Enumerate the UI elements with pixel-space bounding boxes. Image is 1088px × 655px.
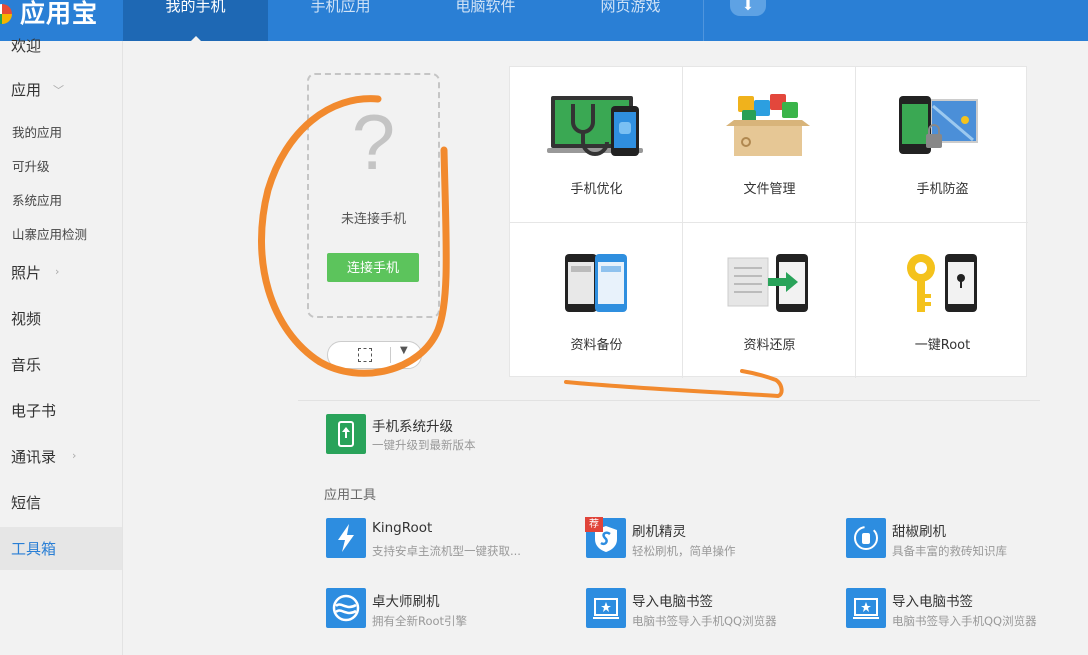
phone-placeholder-card: ? 未连接手机 连接手机 [307, 73, 440, 318]
tool-desc: 支持安卓主流机型一键获取... [372, 544, 521, 558]
tool-name: 甜椒刷机 [892, 524, 946, 540]
root-key-icon [907, 254, 977, 312]
tool-zhuo-master-flash[interactable]: 卓大师刷机 拥有全新Root引擎 [326, 588, 566, 632]
tab-pc-software[interactable]: 电脑软件 [413, 0, 558, 41]
sidebar-item-my-apps[interactable]: 我的应用 [12, 122, 62, 141]
sidebar-item-fake-app-check[interactable]: 山寨应用检测 [12, 224, 87, 243]
recommend-badge: 荐 [585, 517, 603, 532]
tool-name: 刷机精灵 [632, 524, 686, 540]
backup-icon [565, 254, 627, 312]
tool-desc: 电脑书签导入手机QQ浏览器 [892, 614, 1037, 628]
phone-optimize-icon [547, 96, 643, 156]
sidebar: 欢迎 应用 ﹀ 我的应用 可升级 系统应用 山寨应用检测 照片 › 视频 音乐 电子… [0, 37, 123, 655]
sidebar-item-welcome[interactable]: 欢迎 [0, 35, 122, 59]
screenshot-icon[interactable] [358, 348, 372, 362]
sidebar-item-ebooks[interactable]: 电子书 [0, 400, 122, 424]
sidebar-item-apps[interactable]: 应用 ﹀ [0, 79, 122, 103]
sidebar-item-label: 照片 [11, 264, 42, 282]
bookmark-import-icon [586, 588, 626, 628]
system-upgrade-title[interactable]: 手机系统升级 [372, 415, 453, 435]
logo-mark-icon [0, 4, 12, 24]
feature-label: 手机优化 [570, 182, 623, 197]
tool-name: 导入电脑书签 [632, 594, 713, 610]
feature-label: 文件管理 [743, 182, 796, 197]
tool-tianjiao-flash[interactable]: 甜椒刷机 具备丰富的救砖知识库 [846, 518, 1086, 562]
bookmark-import-icon [846, 588, 886, 628]
control-separator [390, 347, 391, 363]
sidebar-item-upgradable[interactable]: 可升级 [12, 156, 50, 175]
tool-import-bookmarks[interactable]: 导入电脑书签 电脑书签导入手机QQ浏览器 [586, 588, 826, 632]
nav-separator [703, 0, 704, 41]
tool-import-bookmarks-2[interactable]: 导入电脑书签 电脑书签导入手机QQ浏览器 [846, 588, 1086, 632]
sidebar-item-contacts[interactable]: 通讯录 › [0, 446, 122, 470]
top-bar: 应用宝 我的手机 手机应用 电脑软件 网页游戏 ⬇ [0, 0, 1088, 41]
restore-icon [727, 254, 808, 312]
connect-phone-button[interactable]: 连接手机 [327, 253, 419, 282]
tool-kingroot[interactable]: KingRoot 支持安卓主流机型一键获取... [326, 518, 566, 562]
tool-flash-wizard[interactable]: 荐 刷机精灵 轻松刷机，简单操作 [585, 517, 826, 562]
feature-phone-optimize[interactable]: 手机优化 [510, 67, 683, 222]
feature-anti-theft[interactable]: 手机防盗 [856, 67, 1029, 222]
chevron-down-icon: ﹀ [53, 84, 64, 97]
tool-desc: 轻松刷机，简单操作 [632, 544, 736, 558]
sidebar-item-music[interactable]: 音乐 [0, 354, 122, 378]
tools-section-title: 应用工具 [324, 488, 377, 503]
tool-name: 卓大师刷机 [372, 594, 440, 610]
feature-label: 资料还原 [743, 338, 796, 353]
sidebar-item-label: 欢迎 [11, 37, 42, 55]
tab-my-phone[interactable]: 我的手机 [123, 0, 268, 41]
lightning-icon [326, 518, 366, 558]
tab-phone-apps[interactable]: 手机应用 [268, 0, 413, 41]
feature-label: 手机防盗 [916, 182, 969, 197]
anti-theft-icon [899, 96, 978, 154]
feature-file-manager[interactable]: 文件管理 [683, 67, 856, 222]
tool-name: 导入电脑书签 [892, 594, 973, 610]
screenshot-control[interactable]: ▼ [327, 341, 422, 369]
sidebar-item-label: 视频 [11, 310, 42, 328]
sidebar-item-label: 应用 [11, 81, 42, 99]
system-upgrade-desc: 一键升级到最新版本 [372, 438, 476, 452]
sidebar-item-label: 音乐 [11, 356, 42, 374]
download-icon[interactable]: ⬇ [730, 0, 766, 16]
feature-label: 一键Root [914, 338, 971, 353]
tool-desc: 拥有全新Root引擎 [372, 614, 468, 628]
chevron-right-icon: › [55, 265, 60, 278]
dropdown-arrow-icon[interactable]: ▼ [400, 345, 408, 356]
system-upgrade-icon[interactable] [326, 414, 366, 454]
sidebar-item-label: 电子书 [11, 402, 57, 420]
feature-restore[interactable]: 资料还原 [683, 223, 856, 378]
question-mark-icon: ? [351, 98, 396, 186]
refresh-hand-icon [846, 518, 886, 558]
feature-backup[interactable]: 资料备份 [510, 223, 683, 378]
sidebar-item-toolbox[interactable]: 工具箱 [0, 527, 122, 570]
file-manager-icon [726, 94, 810, 156]
sidebar-item-photos[interactable]: 照片 › [0, 262, 122, 286]
sidebar-item-sms[interactable]: 短信 [0, 492, 122, 516]
wave-circle-icon [326, 588, 366, 628]
app-title: 应用宝 [20, 0, 99, 28]
feature-grid: 手机优化 文件管理 手机防盗 资料备份 资料还原 一键Root [509, 66, 1029, 378]
tool-desc: 具备丰富的救砖知识库 [892, 544, 1007, 558]
sidebar-item-label: 通讯录 [11, 448, 57, 466]
chevron-right-icon: › [72, 449, 77, 462]
tool-name: KingRoot [372, 520, 433, 536]
sidebar-item-label: 短信 [11, 494, 42, 512]
tool-desc: 电脑书签导入手机QQ浏览器 [632, 614, 777, 628]
sidebar-item-system-apps[interactable]: 系统应用 [12, 190, 62, 209]
feature-one-key-root[interactable]: 一键Root [856, 223, 1029, 378]
feature-label: 资料备份 [570, 338, 623, 353]
sidebar-item-videos[interactable]: 视频 [0, 308, 122, 332]
tab-web-games[interactable]: 网页游戏 [558, 0, 703, 41]
section-divider [298, 400, 1040, 401]
sidebar-item-label: 工具箱 [11, 540, 57, 558]
connection-status: 未连接手机 [340, 212, 406, 227]
